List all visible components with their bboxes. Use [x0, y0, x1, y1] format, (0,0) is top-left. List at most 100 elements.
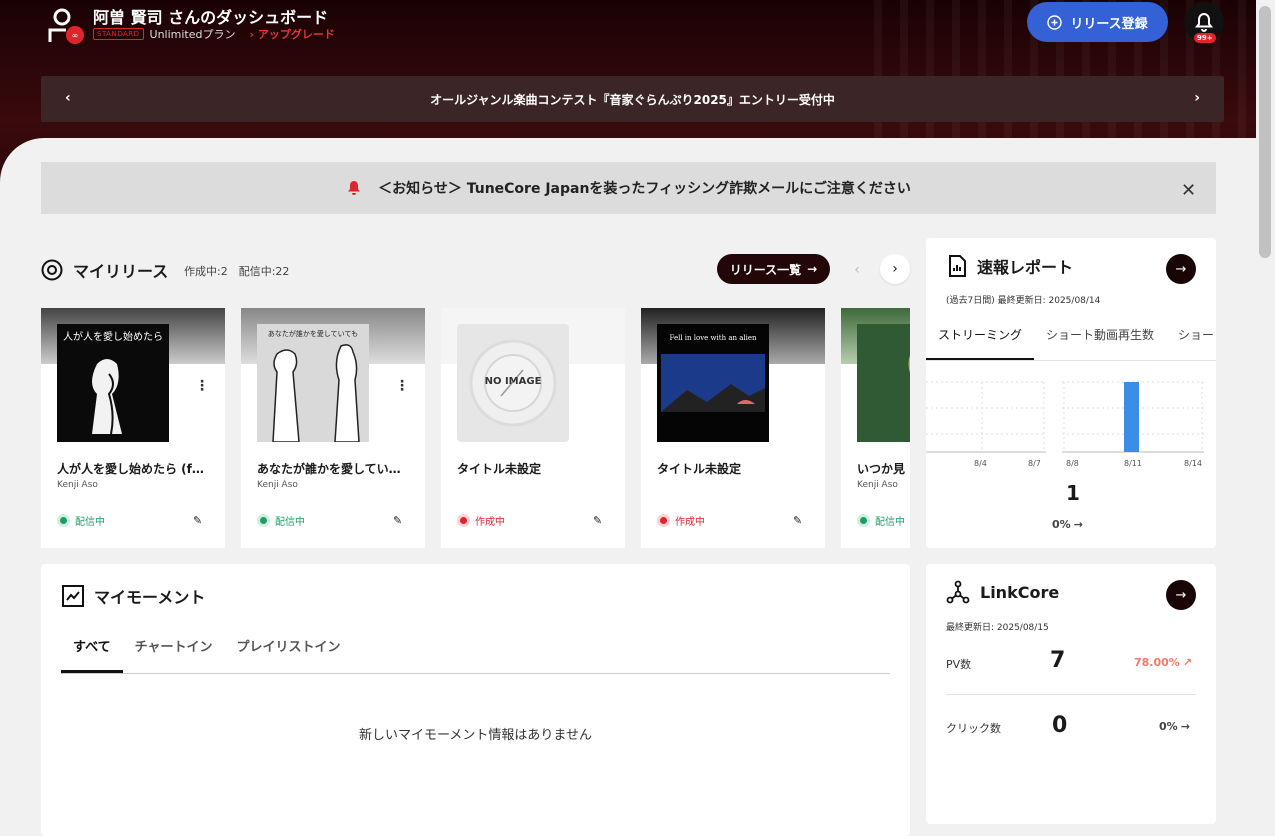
release-cards: 人が人を愛し始めたら ⋮ 人が人を愛し始めたら (f… Kenji Aso 配信… — [41, 308, 910, 548]
scrollbar[interactable] — [1256, 0, 1275, 836]
tab-chart-in[interactable]: チャートイン — [123, 630, 225, 673]
linkcore-heading: LinkCore — [946, 580, 1059, 604]
click-change-value: 0% — [1159, 720, 1178, 733]
tab-all[interactable]: すべて — [61, 630, 123, 673]
tab-short[interactable]: ショー — [1166, 317, 1226, 360]
tab-playlist-in[interactable]: プレイリストイン — [224, 630, 352, 673]
arrow-right-icon: → — [1180, 720, 1190, 733]
promo-banner[interactable]: ‹ オールジャンル楽曲コンテスト『音家ぐらんぷり2025』エントリー受付中 › — [41, 76, 1224, 122]
my-releases-title: マイリリース — [73, 262, 169, 281]
pv-change: 78.00% ↗ — [1134, 656, 1192, 669]
quick-report-open-button[interactable]: → — [1166, 254, 1196, 284]
release-artist: Kenji Aso — [857, 480, 898, 490]
arrow-up-right-icon: ↗ — [1182, 656, 1193, 669]
my-moment-title: マイモーメント — [94, 588, 206, 607]
banner-prev-icon[interactable]: ‹ — [65, 90, 71, 106]
release-status: 配信中 — [57, 513, 105, 528]
releases-prev-button[interactable]: ‹ — [843, 256, 871, 284]
upgrade-link[interactable]: › アップグレード — [250, 26, 335, 42]
card-menu-icon[interactable]: ⋮ — [395, 378, 409, 394]
svg-text:∞: ∞ — [72, 31, 79, 40]
user-avatar-icon[interactable]: ∞ — [44, 6, 86, 46]
notification-count-badge: 99+ — [1194, 33, 1216, 43]
release-jacket[interactable]: Fell in love with an alien — [657, 324, 769, 442]
plan-row: STANDARD Unlimitedプラン › アップグレード — [93, 26, 335, 42]
release-card[interactable]: あなたが誰かを愛していても ⋮ あなたが誰かを愛してい… Kenji Aso 配… — [241, 308, 425, 548]
no-image-jacket[interactable]: NO IMAGE — [457, 324, 569, 442]
notice-bar[interactable]: ＜お知らせ＞ TuneCore Japanを装ったフィッシング詐欺メールにご注意… — [41, 162, 1216, 214]
release-artist: Kenji Aso — [257, 480, 298, 490]
release-register-label: リリース登録 — [1070, 16, 1148, 32]
pv-label: PV数 — [946, 658, 972, 671]
quick-report-subtitle: (過去7日間) 最終更新日: 2025/08/14 — [946, 296, 1101, 306]
trend-chart-icon — [62, 585, 84, 607]
status-dot-icon — [57, 514, 70, 527]
linkcore-updated: 最終更新日: 2025/08/15 — [946, 623, 1049, 633]
tab-short-video[interactable]: ショート動画再生数 — [1034, 317, 1166, 360]
release-status-label: 配信中 — [75, 517, 105, 528]
quick-report-tabs: ストリーミング ショート動画再生数 ショー — [926, 317, 1216, 361]
releases-next-button[interactable]: › — [880, 254, 910, 284]
release-title: いつか見 — [857, 462, 906, 476]
status-dot-icon — [657, 514, 670, 527]
arrow-right-icon: → — [1073, 518, 1083, 531]
bell-alert-icon — [348, 181, 361, 195]
jacket-text: あなたが誰かを愛していても — [268, 329, 358, 338]
card-menu-icon[interactable]: ⋮ — [195, 378, 209, 394]
dashboard-title: 阿曽 賢司 さんのダッシュボード — [93, 8, 329, 27]
notice-text: ＜お知らせ＞ TuneCore Japanを装ったフィッシング詐欺メールにご注意… — [378, 181, 911, 197]
streaming-change: 0% → — [1052, 518, 1083, 531]
my-moment-tabs: すべて チャートイン プレイリストイン — [61, 630, 890, 674]
click-value: 0 — [1052, 713, 1068, 738]
release-register-button[interactable]: リリース登録 — [1027, 2, 1168, 42]
linkcore-open-button[interactable]: → — [1166, 580, 1196, 610]
release-artist: Kenji Aso — [57, 480, 98, 490]
plan-badge: STANDARD — [93, 28, 144, 40]
streaming-change-value: 0% — [1052, 518, 1071, 531]
plan-name: Unlimitedプラン — [149, 28, 236, 41]
release-jacket[interactable]: 人が人を愛し始めたら — [57, 324, 169, 442]
plus-circle-icon — [1047, 14, 1063, 30]
release-status: 作成中 — [457, 513, 505, 528]
release-list-button[interactable]: リリース一覧 → — [717, 254, 830, 284]
jacket-text: Fell in love with an alien — [669, 334, 757, 342]
linkcore-title: LinkCore — [980, 582, 1060, 602]
status-dot-icon — [857, 514, 870, 527]
divider — [946, 694, 1196, 695]
release-status-label: 作成中 — [475, 517, 505, 528]
edit-icon[interactable]: ✎ — [593, 514, 602, 527]
close-icon[interactable]: ✕ — [1181, 180, 1196, 201]
my-moment-empty-text: 新しいマイモーメント情報はありません — [358, 728, 593, 743]
chart-tick-label: 8/14 — [1184, 459, 1202, 468]
network-icon — [946, 580, 970, 604]
release-jacket[interactable] — [857, 324, 910, 442]
banner-next-icon[interactable]: › — [1194, 90, 1200, 106]
chart-tick-label: 8/7 — [1028, 459, 1041, 468]
edit-icon[interactable]: ✎ — [193, 514, 202, 527]
jacket-text: 人が人を愛し始めたら — [63, 330, 163, 343]
release-jacket[interactable]: あなたが誰かを愛していても — [257, 324, 369, 442]
jacket-text: NO IMAGE — [485, 376, 542, 387]
scrollbar-thumb[interactable] — [1259, 6, 1271, 258]
release-title: あなたが誰かを愛してい… — [257, 462, 401, 476]
chart-bar — [1124, 382, 1139, 452]
release-card[interactable]: いつか見 Kenji Aso 配信中 — [841, 308, 910, 548]
release-card[interactable]: Fell in love with an alien タイトル未設定 作成中 ✎ — [641, 308, 825, 548]
click-label: クリック数 — [946, 722, 1001, 735]
release-counts: 作成中:2 配信中:22 — [184, 265, 290, 278]
release-list-label: リリース一覧 — [729, 262, 802, 277]
edit-icon[interactable]: ✎ — [793, 514, 802, 527]
quick-report-heading: 速報レポート — [947, 254, 1073, 278]
report-icon — [949, 255, 966, 277]
release-status: 配信中 — [257, 513, 305, 528]
click-change: 0% → — [1159, 720, 1190, 733]
release-status-label: 作成中 — [675, 517, 705, 528]
release-card[interactable]: 人が人を愛し始めたら ⋮ 人が人を愛し始めたら (f… Kenji Aso 配信… — [41, 308, 225, 548]
chart-tick-label: 8/4 — [974, 459, 987, 468]
chart-bars — [1124, 382, 1139, 452]
edit-icon[interactable]: ✎ — [393, 514, 402, 527]
my-moment-heading: マイモーメント — [62, 584, 205, 608]
tab-streaming[interactable]: ストリーミング — [926, 317, 1035, 360]
release-card[interactable]: NO IMAGE タイトル未設定 作成中 ✎ — [441, 308, 625, 548]
bell-icon — [1195, 12, 1213, 32]
